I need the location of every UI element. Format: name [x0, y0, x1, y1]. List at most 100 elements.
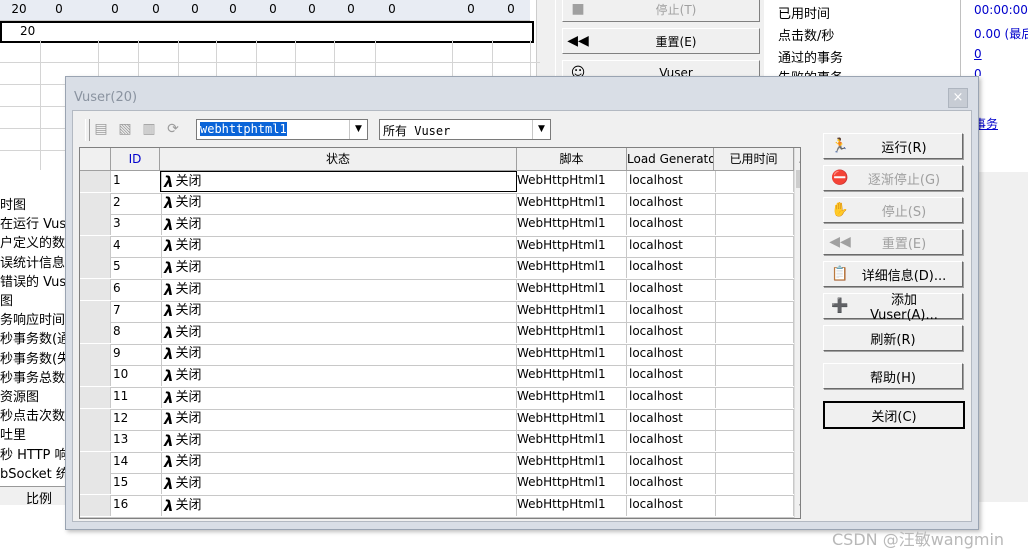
table-row[interactable]: 2 λ 关闭 WebHttpHtml1 localhost — [80, 192, 800, 216]
graph-list-item[interactable]: 务响应时间 — [0, 309, 68, 327]
table-row[interactable]: 16 λ 关闭 WebHttpHtml1 localhost — [80, 495, 800, 518]
graph-list-item[interactable]: 户定义的数据点 — [0, 232, 68, 250]
row-header[interactable] — [80, 430, 111, 452]
dialog-title: Vuser(20) — [74, 90, 138, 105]
table-row[interactable]: 11 λ 关闭 WebHttpHtml1 localhost — [80, 387, 800, 410]
cell-status-text: 关闭 — [175, 497, 202, 513]
graph-list-item[interactable]: 图 — [0, 290, 68, 308]
column-header-elapsed[interactable]: 已用时间 — [714, 148, 794, 171]
table-row[interactable]: 13 λ 关闭 WebHttpHtml1 localhost — [80, 430, 800, 453]
close-button[interactable]: 关闭(C) — [823, 401, 965, 429]
scenario-cell-value: 0 — [308, 2, 316, 16]
close-icon[interactable]: × — [948, 88, 968, 108]
table-row[interactable]: 10 λ 关闭 WebHttpHtml1 localhost — [80, 365, 800, 388]
filter-vuser-icon[interactable]: ⟳ — [163, 119, 183, 139]
scenario-cell-value: 20 — [11, 2, 27, 16]
graph-list-item[interactable]: 秒事务数(失败) — [0, 348, 68, 366]
run-button[interactable]: 🏃 运行(R) — [823, 133, 963, 159]
table-row[interactable]: 9 λ 关闭 WebHttpHtml1 localhost — [80, 343, 800, 367]
graph-list-item[interactable]: 错误的 Vuser — [0, 271, 68, 289]
scenario-reset-button[interactable]: ◀◀ 重置(E) — [562, 28, 760, 54]
row-header[interactable] — [80, 192, 111, 214]
table-row[interactable]: 3 λ 关闭 WebHttpHtml1 localhost — [80, 214, 800, 237]
reset-button[interactable]: ◀◀ 重置(E) — [823, 229, 963, 255]
table-row[interactable]: 14 λ 关闭 WebHttpHtml1 localhost — [80, 451, 800, 475]
graph-list-item[interactable]: 误统计信息 — [0, 252, 68, 270]
row-header[interactable] — [80, 473, 111, 495]
table-row[interactable]: 12 λ 关闭 WebHttpHtml1 localhost — [80, 408, 800, 432]
stat-passed-link[interactable]: 0 — [974, 47, 982, 61]
row-header[interactable] — [80, 300, 111, 322]
graph-list-item[interactable]: 时图 — [0, 194, 68, 212]
run-vuser-icon[interactable]: ▤ — [91, 119, 111, 139]
graph-list-item[interactable]: 秒事务数(通过) — [0, 328, 68, 346]
row-header[interactable] — [80, 322, 111, 344]
table-vertical-scrollbar[interactable]: ︿ ﹀ — [794, 148, 800, 518]
graph-list-item[interactable]: 秒点击次数 — [0, 405, 68, 423]
graph-list-item[interactable]: 资源图 — [0, 386, 68, 404]
vuser-filter-value: 所有 Vuser — [383, 124, 451, 138]
graph-list-item[interactable]: 秒事务总数 — [0, 367, 68, 385]
vuser-filter-dropdown[interactable]: 所有 Vuser ▼ — [379, 119, 551, 140]
table-row[interactable]: 7 λ 关闭 WebHttpHtml1 localhost — [80, 300, 800, 324]
cell-status: λ 关闭 — [160, 171, 517, 192]
refresh-button[interactable]: 刷新(R) — [823, 325, 963, 351]
cell-status: λ 关闭 — [160, 430, 517, 452]
row-header[interactable] — [80, 408, 111, 430]
column-header-status[interactable]: 状态 — [160, 148, 517, 171]
graph-list-item[interactable]: 吐里 — [0, 424, 68, 442]
table-row[interactable]: 1 λ 关闭 WebHttpHtml1 localhost — [80, 171, 800, 194]
table-row[interactable]: 6 λ 关闭 WebHttpHtml1 localhost — [80, 279, 800, 302]
column-header-load-generator[interactable]: Load Generator — [627, 148, 714, 171]
cell-status: λ 关闭 — [160, 257, 517, 279]
cell-id: 3 — [111, 214, 162, 236]
row-header[interactable] — [80, 279, 111, 300]
table-row[interactable]: 15 λ 关闭 WebHttpHtml1 localhost — [80, 473, 800, 496]
cell-id: 13 — [111, 430, 162, 452]
graph-list-item[interactable]: 在运行 Vuser — [0, 213, 68, 231]
row-header[interactable] — [80, 257, 111, 279]
graph-list-item[interactable]: 秒 HTTP 响应数 — [0, 444, 68, 462]
chevron-down-icon[interactable]: ▼ — [349, 120, 367, 139]
stop-vuser-icon[interactable]: ▧ — [115, 119, 135, 139]
row-header[interactable] — [80, 365, 111, 387]
cell-status: λ 关闭 — [160, 279, 517, 300]
cell-status: λ 关闭 — [160, 343, 517, 365]
vuser-status-icon: λ — [164, 410, 174, 429]
table-row[interactable]: 5 λ 关闭 WebHttpHtml1 localhost — [80, 257, 800, 280]
scroll-up-icon[interactable]: ︿ — [795, 150, 800, 165]
chevron-down-icon[interactable]: ▼ — [532, 120, 550, 139]
scenario-stop-button[interactable]: ■ 停止(T) — [562, 0, 760, 22]
row-header[interactable] — [80, 214, 111, 236]
scale-tab[interactable]: 比例 — [26, 488, 52, 507]
row-header[interactable] — [80, 343, 111, 365]
cell-load-generator: localhost — [627, 430, 716, 452]
gradual-stop-button[interactable]: ⛔ 逐渐停止(G) — [823, 165, 963, 191]
table-row[interactable]: 4 λ 关闭 WebHttpHtml1 localhost — [80, 235, 800, 259]
graph-list-item[interactable]: bSocket 统计 — [0, 463, 68, 481]
table-row[interactable]: 8 λ 关闭 WebHttpHtml1 localhost — [80, 322, 800, 345]
scenario-cell-value: 0 — [507, 2, 515, 16]
row-header[interactable] — [80, 235, 111, 257]
help-button[interactable]: 帮助(H) — [823, 363, 963, 389]
stop-button[interactable]: ✋ 停止(S) — [823, 197, 963, 223]
column-header-id[interactable]: ID — [111, 148, 160, 171]
group-filter-dropdown[interactable]: webhttphtml1 ▼ — [196, 119, 368, 140]
cell-id: 15 — [111, 473, 162, 495]
details-button[interactable]: 📋 详细信息(D)... — [823, 261, 963, 287]
row-header[interactable] — [80, 387, 111, 408]
stat-failed-link[interactable]: 0 — [974, 67, 982, 76]
row-header[interactable] — [80, 171, 111, 192]
scroll-down-icon[interactable]: ﹀ — [795, 501, 800, 516]
row-header[interactable] — [80, 451, 111, 473]
reset-vuser-icon[interactable]: ▥ — [139, 119, 159, 139]
row-header[interactable] — [80, 495, 111, 516]
column-header-script[interactable]: 脚本 — [517, 148, 627, 171]
cell-id: 8 — [111, 322, 162, 344]
scenario-group-row-selected[interactable]: 20 — [0, 21, 534, 43]
scroll-thumb[interactable] — [796, 170, 800, 188]
cell-load-generator: localhost — [627, 387, 716, 408]
add-vuser-button[interactable]: ➕ 添加 Vuser(A)... — [823, 293, 963, 323]
toolbar-grip[interactable] — [85, 119, 90, 141]
add-vuser-button-label: 添加 Vuser(A)... — [870, 293, 938, 323]
